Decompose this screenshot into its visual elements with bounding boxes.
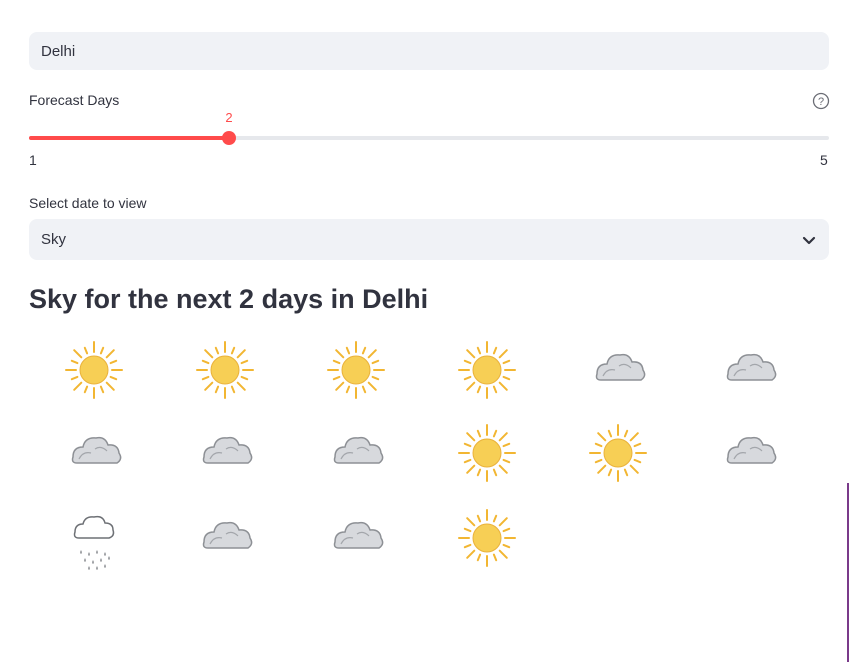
slider-min-label: 1 (29, 152, 37, 168)
cloud-icon (714, 421, 784, 485)
cloud-icon (321, 421, 391, 485)
sun-icon (583, 421, 653, 485)
sun-icon (321, 338, 391, 402)
chevron-down-icon (802, 236, 816, 244)
cloud-icon (321, 506, 391, 570)
date-select[interactable]: Sky (29, 219, 829, 260)
select-value: Sky (41, 231, 67, 248)
slider-value: 2 (225, 110, 233, 125)
cloud-icon (59, 421, 129, 485)
edge-divider (847, 483, 849, 662)
select-date-label: Select date to view (29, 195, 147, 211)
svg-text:?: ? (818, 96, 824, 108)
sun-icon (452, 338, 522, 402)
sun-icon (452, 421, 522, 485)
cloud-icon (190, 506, 260, 570)
city-input[interactable] (29, 32, 829, 70)
cloud-icon (714, 338, 784, 402)
sun-icon (59, 338, 129, 402)
sun-icon (452, 506, 522, 570)
cloud-icon (583, 338, 653, 402)
forecast-days-label: Forecast Days (29, 92, 120, 108)
forecast-days-slider[interactable]: 2 (29, 110, 829, 145)
slider-thumb[interactable] (222, 131, 236, 145)
slider-max-label: 5 (820, 152, 828, 168)
help-icon[interactable]: ? (812, 92, 830, 110)
slider-fill (29, 136, 229, 140)
sun-icon (190, 338, 260, 402)
page-title: Sky for the next 2 days in Delhi (29, 284, 429, 314)
cloud-icon (190, 421, 260, 485)
rain-icon (59, 506, 129, 570)
